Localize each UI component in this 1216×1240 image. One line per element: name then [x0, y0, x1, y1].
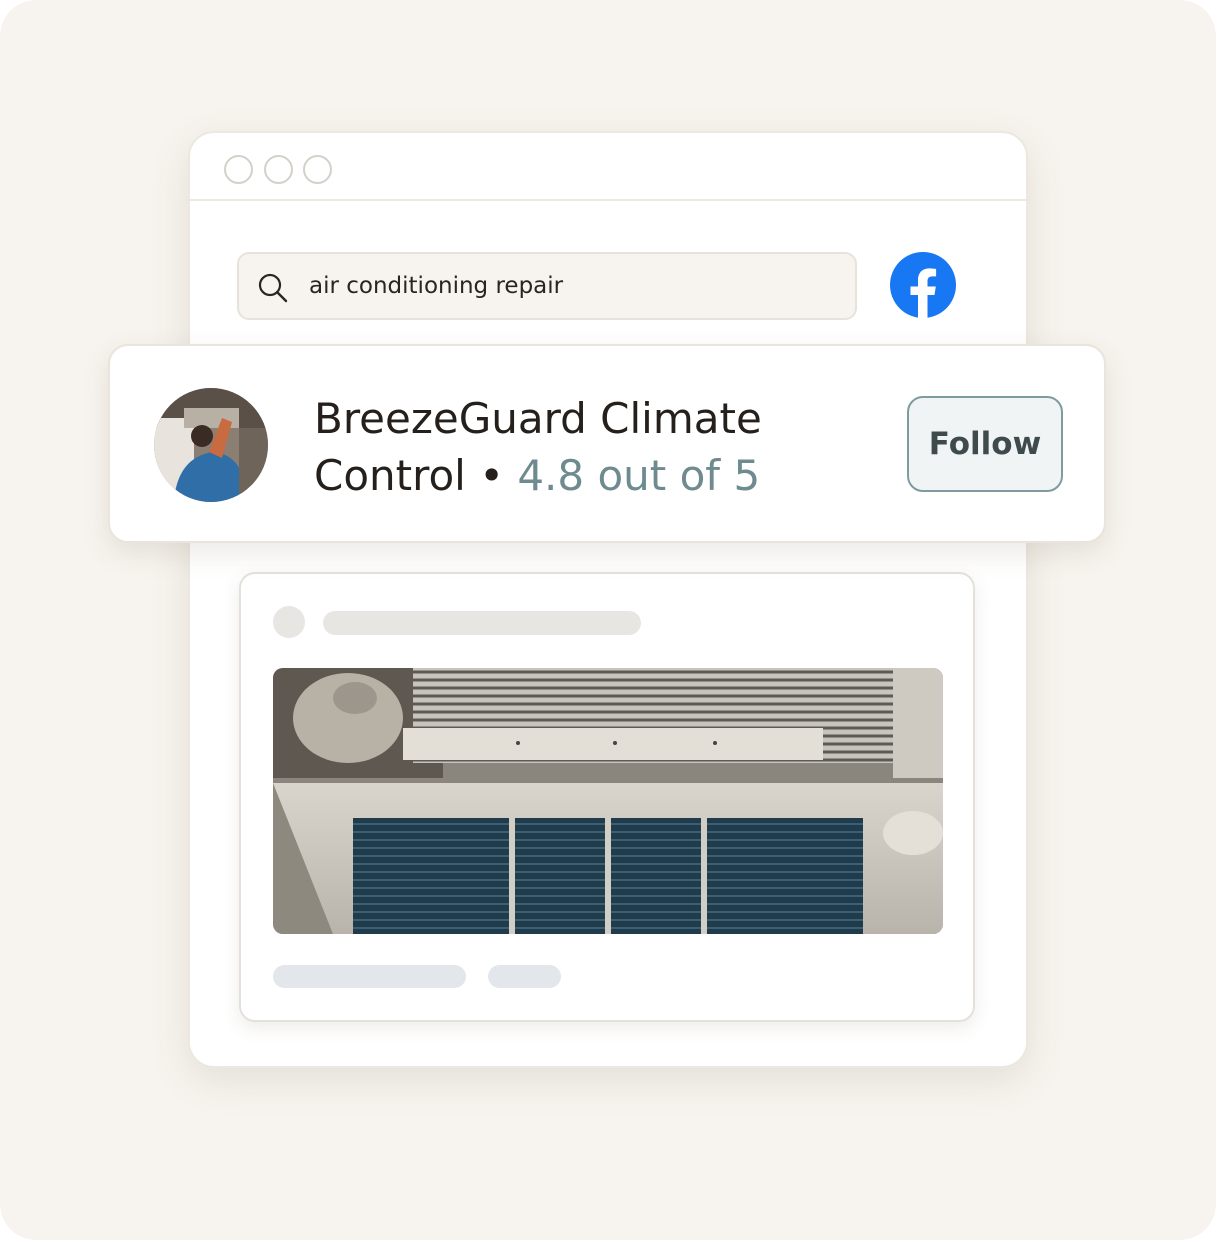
search-icon	[258, 273, 288, 303]
page-background: air conditioning repair BreezeGuard Clim…	[0, 0, 1216, 1240]
facebook-icon[interactable]	[889, 251, 957, 319]
rating-text: 4.8 out of 5	[517, 451, 761, 500]
business-result-card[interactable]: BreezeGuard Climate Control • 4.8 out of…	[108, 344, 1106, 543]
post-image[interactable]	[273, 668, 943, 934]
business-name-rating-line: Control • 4.8 out of 5	[314, 447, 784, 504]
separator: •	[479, 451, 504, 500]
window-control-dot[interactable]	[303, 155, 332, 184]
window-titlebar	[190, 133, 1026, 201]
search-bar[interactable]: air conditioning repair	[237, 252, 857, 320]
browser-window: air conditioning repair	[188, 131, 1028, 1068]
business-name-continued: Control	[314, 451, 466, 500]
follow-button[interactable]: Follow	[907, 396, 1063, 492]
skeleton-line	[323, 611, 641, 635]
business-name[interactable]: BreezeGuard Climate	[314, 390, 784, 447]
window-control-dot[interactable]	[224, 155, 253, 184]
avatar	[154, 388, 268, 502]
business-info: BreezeGuard Climate Control • 4.8 out of…	[314, 390, 784, 504]
air-conditioner-image	[273, 668, 943, 934]
search-input[interactable]: air conditioning repair	[309, 254, 563, 318]
technician-photo	[154, 388, 268, 502]
skeleton-line	[488, 965, 561, 988]
window-control-dot[interactable]	[264, 155, 293, 184]
skeleton-line	[273, 965, 466, 988]
post-card	[239, 572, 975, 1022]
skeleton-avatar	[273, 606, 305, 638]
